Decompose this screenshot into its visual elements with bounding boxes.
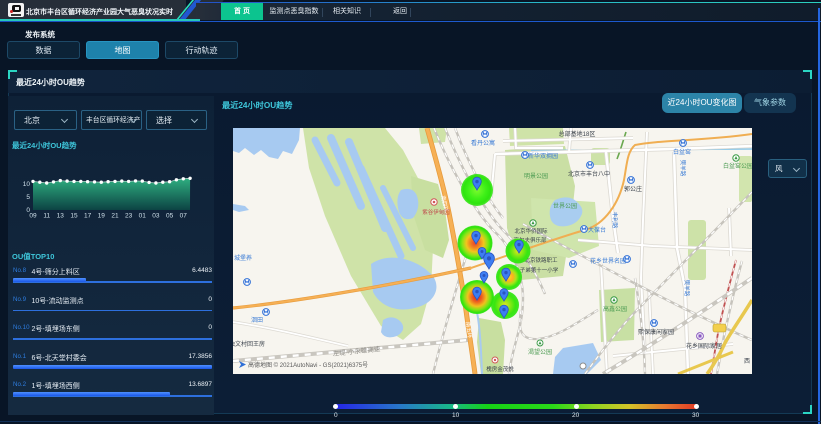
svg-text:19: 19 <box>98 213 106 220</box>
svg-text:23: 23 <box>125 213 133 220</box>
svg-text:明景公园: 明景公园 <box>524 173 548 180</box>
svg-text:大葆台: 大葆台 <box>588 226 606 234</box>
svg-text:樊羊路: 樊羊路 <box>679 160 687 177</box>
svg-text:紫谷伊甸园: 紫谷伊甸园 <box>422 208 450 216</box>
svg-text:郭公庄: 郭公庄 <box>624 185 642 193</box>
svg-text:03: 03 <box>152 213 160 220</box>
svg-text:樊羊路: 樊羊路 <box>683 280 691 297</box>
svg-text:新华双拥园: 新华双拥园 <box>528 152 558 160</box>
svg-text:白盆窑公园: 白盆窑公园 <box>723 162 752 170</box>
svg-text:西: 西 <box>744 358 750 365</box>
svg-text:北京市丰台八中: 北京市丰台八中 <box>568 170 610 178</box>
svg-text:高德地图 © 2021AutoNavi - GS(2021): 高德地图 © 2021AutoNavi - GS(2021)6375号 <box>248 361 368 369</box>
svg-text:09: 09 <box>29 213 37 220</box>
svg-text:01: 01 <box>139 213 147 220</box>
svg-text:高鑫公园: 高鑫公园 <box>603 305 627 313</box>
svg-text:13: 13 <box>57 213 65 220</box>
svg-text:花乡国际家居: 花乡国际家居 <box>686 342 722 350</box>
svg-text:熙保康闲家园: 熙保康闲家园 <box>638 328 674 336</box>
svg-text:丰利路: 丰利路 <box>611 212 619 229</box>
svg-text:21: 21 <box>111 213 119 220</box>
svg-text:北京华侨国际: 北京华侨国际 <box>514 227 548 235</box>
svg-text:子弟第十一小学: 子弟第十一小学 <box>520 266 559 274</box>
svg-text:白盆窑: 白盆窑 <box>673 148 691 156</box>
svg-text:5: 5 <box>26 194 30 201</box>
svg-text:城堡养: 城堡养 <box>234 254 252 262</box>
svg-text:17: 17 <box>84 213 92 220</box>
svg-text:总部基地18区: 总部基地18区 <box>559 130 596 138</box>
svg-text:独文村回王房: 独文村回王房 <box>233 340 265 348</box>
svg-text:北京铁路职工: 北京铁路职工 <box>524 256 558 264</box>
svg-text:槐房金茂悦: 槐房金茂悦 <box>486 365 514 373</box>
svg-text:11: 11 <box>43 213 50 220</box>
svg-text:15: 15 <box>70 213 78 220</box>
svg-text:10: 10 <box>23 181 31 188</box>
svg-text:看丹公寓: 看丹公寓 <box>471 139 495 147</box>
svg-text:洄田: 洄田 <box>251 316 263 324</box>
svg-text:05: 05 <box>166 213 174 220</box>
svg-text:花乡世界名园: 花乡世界名园 <box>590 257 626 265</box>
svg-text:世界公园: 世界公园 <box>553 202 577 210</box>
svg-text:07: 07 <box>180 213 188 220</box>
svg-text:渴望公园: 渴望公园 <box>528 348 552 356</box>
